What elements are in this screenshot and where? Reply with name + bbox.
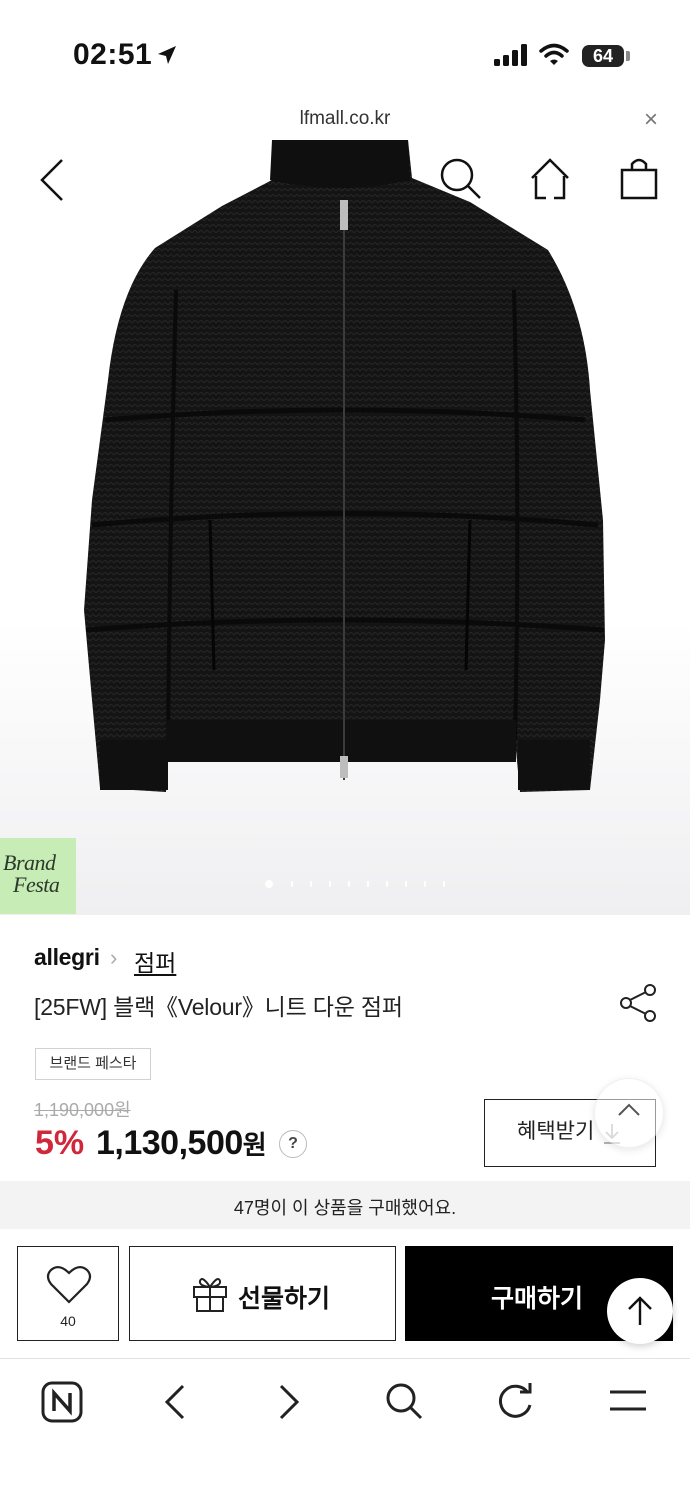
brand-link[interactable]: allegri [34, 944, 100, 971]
carousel-dot [348, 881, 350, 887]
currency-unit: 원 [242, 1130, 267, 1160]
back-chevron-icon[interactable] [36, 156, 68, 204]
wishlist-count: 40 [60, 1313, 76, 1329]
gift-button-label: 선물하기 [238, 1285, 331, 1313]
wishlist-button[interactable]: 40 [17, 1246, 119, 1341]
battery-indicator: 64 [582, 45, 624, 67]
browser-toolbar [0, 1358, 690, 1501]
brand-festa-badge[interactable]: Brand Festa [0, 838, 76, 914]
scroll-to-top-button[interactable] [607, 1278, 673, 1344]
purchase-count-text: 47명이 이 상품을 구매했어요. [233, 1198, 457, 1218]
carousel-dot [265, 880, 273, 888]
heart-icon [46, 1266, 92, 1304]
gift-button[interactable]: 선물하기 [129, 1246, 396, 1341]
product-image [84, 140, 605, 792]
original-price: 1,190,000원 [34, 1100, 131, 1120]
carousel-dot [424, 881, 426, 887]
product-image-carousel[interactable]: Brand Festa [0, 140, 690, 915]
sale-price: 1,130,500원 [96, 1124, 267, 1163]
refresh-icon[interactable] [496, 1381, 536, 1421]
price-help-icon[interactable]: ? [279, 1130, 307, 1158]
browser-search-icon[interactable] [384, 1381, 424, 1421]
scroll-up-overlay-button[interactable] [594, 1078, 664, 1148]
discount-rate: 5% [35, 1124, 85, 1162]
chevron-up-icon [618, 1103, 640, 1116]
gift-icon [193, 1278, 227, 1312]
close-icon[interactable]: × [644, 106, 658, 134]
status-bar: 02:51 64 [0, 0, 690, 100]
browser-forward-icon[interactable] [276, 1383, 302, 1421]
arrow-up-icon [628, 1296, 652, 1325]
home-icon[interactable] [528, 156, 572, 202]
wifi-icon [539, 43, 569, 65]
carousel-dot [291, 881, 293, 887]
shopping-bag-icon[interactable] [618, 156, 660, 202]
menu-icon[interactable] [608, 1387, 648, 1415]
product-title: [25FW] 블랙《Velour》니트 다운 점퍼 [34, 994, 403, 1020]
carousel-dot [443, 881, 445, 887]
signal-icon [494, 44, 528, 66]
carousel-dot [367, 881, 369, 887]
brand-festa-tag: 브랜드 페스타 [35, 1048, 151, 1080]
breadcrumb-chevron-icon: › [110, 945, 118, 970]
sale-price-value: 1,130,500 [96, 1124, 243, 1162]
browser-back-icon[interactable] [162, 1383, 188, 1421]
carousel-dot [329, 881, 331, 887]
share-icon[interactable] [618, 982, 658, 1024]
carousel-dot [386, 881, 388, 887]
clock: 02:51 [73, 38, 153, 71]
category-link[interactable]: 점퍼 [134, 944, 176, 978]
url-bar[interactable]: lfmall.co.kr × [0, 100, 690, 141]
url-text[interactable]: lfmall.co.kr [0, 108, 690, 130]
badge-line-2: Festa [13, 872, 60, 897]
search-icon[interactable] [438, 156, 484, 202]
buy-button-label: 구매하기 [491, 1285, 584, 1313]
benefit-button-label: 혜택받기 [517, 1120, 595, 1143]
carousel-dot [310, 881, 312, 887]
badge-line-1: Brand [3, 850, 56, 875]
battery-tip [626, 51, 630, 61]
naver-n-icon[interactable] [41, 1381, 83, 1423]
location-arrow-icon [158, 46, 176, 64]
purchase-count-bar: 47명이 이 상품을 구매했어요. [0, 1181, 690, 1229]
carousel-dot [405, 881, 407, 887]
